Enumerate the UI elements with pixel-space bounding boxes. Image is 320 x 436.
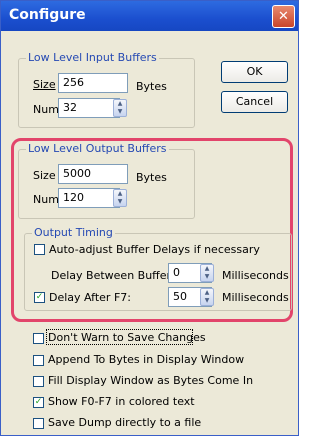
input-num-label: Num [33, 103, 59, 116]
append-bytes-checkbox[interactable] [33, 355, 44, 366]
cancel-button[interactable]: Cancel [221, 91, 288, 113]
window-title: Configure [9, 7, 86, 23]
delay-between-label: Delay Between Buffers: [51, 269, 181, 282]
close-icon[interactable]: ✕ [272, 5, 295, 28]
configure-dialog: Configure ✕ Low Level Input Buffers Size… [0, 0, 299, 436]
title-bar: Configure ✕ [1, 1, 298, 31]
append-bytes-label[interactable]: Append To Bytes in Display Window [48, 353, 244, 366]
output-num-field[interactable]: 120 [58, 188, 120, 208]
auto-adjust-label[interactable]: Auto-adjust Buffer Delays if necessary [49, 243, 260, 256]
delay-after-unit: Milliseconds [222, 291, 289, 304]
delay-between-unit: Milliseconds [222, 269, 289, 282]
output-buffers-group: Low Level Output Buffers [18, 142, 195, 219]
ok-button[interactable]: OK [221, 61, 288, 83]
show-colored-label[interactable]: Show F0-F7 in colored text [48, 395, 195, 408]
save-dump-checkbox[interactable] [33, 418, 44, 429]
input-num-field[interactable]: 32 [58, 98, 120, 118]
output-timing-legend: Output Timing [32, 226, 115, 239]
save-dump-label[interactable]: Save Dump directly to a file [48, 416, 201, 429]
output-size-label: Size [33, 169, 56, 182]
focus-outline [46, 329, 193, 345]
input-buffers-legend: Low Level Input Buffers [26, 51, 159, 64]
output-buffers-legend: Low Level Output Buffers [26, 142, 169, 155]
output-num-spinner[interactable]: ▲ ▼ [113, 189, 127, 207]
input-size-label: Size [33, 78, 56, 91]
input-size-unit: Bytes [136, 80, 167, 93]
delay-after-label[interactable]: Delay After F7: [49, 291, 131, 304]
output-size-field[interactable]: 5000 [58, 164, 128, 184]
delay-after-spinner[interactable]: ▲ ▼ [200, 288, 214, 306]
fill-display-checkbox[interactable] [33, 376, 44, 387]
show-colored-checkbox[interactable]: ✓ [33, 397, 44, 408]
auto-adjust-checkbox[interactable] [34, 244, 45, 255]
delay-after-checkbox[interactable]: ✓ [34, 292, 45, 303]
input-size-field[interactable]: 256 [58, 73, 128, 93]
input-num-spinner[interactable]: ▲ ▼ [113, 99, 127, 117]
output-num-label: Num [33, 193, 59, 206]
output-size-unit: Bytes [136, 171, 167, 184]
fill-display-label[interactable]: Fill Display Window as Bytes Come In [48, 374, 253, 387]
dont-warn-checkbox[interactable] [33, 333, 44, 344]
delay-between-spinner[interactable]: ▲ ▼ [200, 264, 214, 282]
